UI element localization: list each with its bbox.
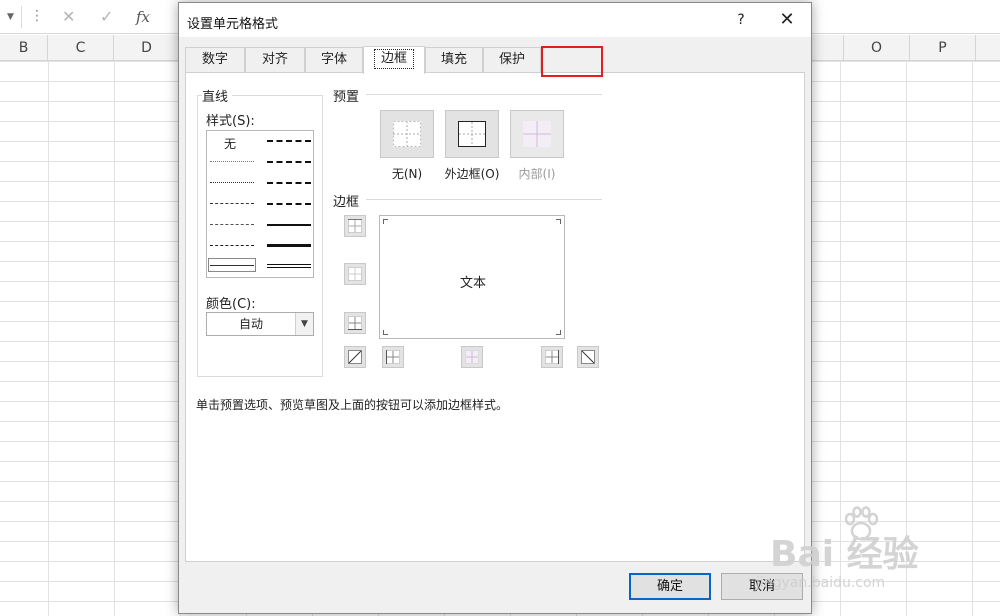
preset-none-icon: [393, 121, 421, 147]
line-group-label: 直线: [202, 86, 233, 105]
border-bottom-button[interactable]: [344, 312, 366, 334]
column-header-d[interactable]: D: [114, 35, 180, 61]
line-style-dotted[interactable]: [210, 182, 254, 183]
help-button[interactable]: ?: [731, 10, 751, 30]
border-panel: 直线 样式(S): 无 颜色(C): 自动 ▼ 预置 无(N) 外边框(O) 内…: [185, 72, 805, 562]
tab-font[interactable]: 字体: [305, 47, 363, 73]
column-header-c[interactable]: C: [48, 35, 114, 61]
line-style-thick[interactable]: [267, 244, 311, 247]
column-header-p[interactable]: P: [910, 35, 976, 61]
color-value: 自动: [238, 317, 263, 331]
preview-corner-bl-icon: [383, 330, 388, 335]
cancel-entry-icon[interactable]: ✕: [62, 6, 75, 28]
presets-separator: [366, 94, 602, 95]
line-style-medium[interactable]: [267, 224, 311, 226]
border-horizontal-inside-icon: [348, 267, 362, 281]
border-diagonal-up-button[interactable]: [344, 346, 366, 368]
preview-text: 文本: [459, 276, 486, 291]
line-style-dash-dot-dot[interactable]: [210, 203, 254, 204]
diagonal-up-icon: [348, 350, 362, 364]
format-cells-dialog: 设置单元格格式 ? ✕ 数字 对齐 字体 边框 填充 保护 直线 样式(S): …: [178, 2, 812, 614]
presets-group-label: 预置: [333, 86, 364, 105]
more-options-icon[interactable]: ⋮: [30, 6, 44, 26]
border-vertical-inside-icon: [465, 350, 479, 364]
column-header-b[interactable]: B: [0, 35, 48, 61]
line-style-dashed[interactable]: [210, 245, 254, 246]
dialog-title: 设置单元格格式: [187, 17, 279, 32]
line-style-dash-dot[interactable]: [210, 224, 254, 225]
tab-border-label: 边框: [373, 49, 414, 69]
line-style-list[interactable]: 无: [206, 130, 314, 278]
tab-fill[interactable]: 填充: [425, 47, 483, 73]
close-button[interactable]: ✕: [777, 10, 797, 30]
insert-function-icon[interactable]: fx: [136, 6, 150, 28]
line-style-medium-dash-dot-dot[interactable]: [267, 140, 311, 142]
watermark-url: jingyan.baidu.com: [756, 575, 886, 591]
preset-outline-button[interactable]: [445, 110, 499, 158]
border-diagonal-down-button[interactable]: [577, 346, 599, 368]
preset-inside-icon: [523, 121, 551, 147]
border-preview[interactable]: 文本: [379, 215, 565, 339]
preset-outline-icon: [458, 121, 486, 147]
preview-corner-br-icon: [556, 330, 561, 335]
column-header-o[interactable]: O: [844, 35, 910, 61]
tab-alignment[interactable]: 对齐: [245, 47, 305, 73]
style-label: 样式(S):: [206, 110, 259, 129]
color-label: 颜色(C):: [206, 293, 260, 312]
border-left-button[interactable]: [382, 346, 404, 368]
name-box-dropdown-icon[interactable]: ▼: [0, 6, 22, 28]
border-right-icon: [545, 350, 559, 364]
preset-inside-label: 内部(I): [518, 167, 556, 181]
tab-protection[interactable]: 保护: [483, 47, 541, 73]
line-style-none[interactable]: 无: [224, 135, 236, 152]
border-vertical-inside-button[interactable]: [461, 346, 483, 368]
dialog-titlebar: 设置单元格格式 ? ✕: [179, 3, 811, 37]
border-separator: [366, 199, 602, 200]
line-style-thin[interactable]: [210, 265, 254, 266]
line-style-medium-dashed[interactable]: [267, 203, 311, 205]
confirm-entry-icon[interactable]: ✓: [100, 6, 113, 28]
border-top-icon: [348, 219, 362, 233]
preset-none-button[interactable]: [380, 110, 434, 158]
hint-text: 单击预置选项、预览草图及上面的按钮可以添加边框样式。: [196, 398, 509, 412]
watermark-brand: Bai 经验: [770, 534, 919, 575]
tab-border[interactable]: 边框: [363, 46, 425, 74]
tab-highlight-annotation: [541, 46, 603, 77]
color-select[interactable]: 自动 ▼: [206, 312, 314, 336]
line-style-medium-dash-dot[interactable]: [267, 182, 311, 184]
chevron-down-icon[interactable]: ▼: [295, 313, 313, 335]
border-left-icon: [386, 350, 400, 364]
preview-corner-tr-icon: [556, 219, 561, 224]
border-top-button[interactable]: [344, 215, 366, 237]
border-group-label: 边框: [333, 191, 364, 210]
preset-inside-button: [510, 110, 564, 158]
line-style-slant-dash-dot[interactable]: [267, 161, 311, 163]
border-bottom-icon: [348, 316, 362, 330]
line-style-double[interactable]: [267, 264, 311, 268]
preview-corner-tl-icon: [383, 219, 388, 224]
tab-number[interactable]: 数字: [185, 47, 245, 73]
border-horizontal-inside-button[interactable]: [344, 263, 366, 285]
diagonal-down-icon: [581, 350, 595, 364]
line-style-hair[interactable]: [210, 161, 254, 162]
ok-button[interactable]: 确定: [629, 573, 711, 600]
border-right-button[interactable]: [541, 346, 563, 368]
column-header-n[interactable]: [812, 35, 844, 61]
